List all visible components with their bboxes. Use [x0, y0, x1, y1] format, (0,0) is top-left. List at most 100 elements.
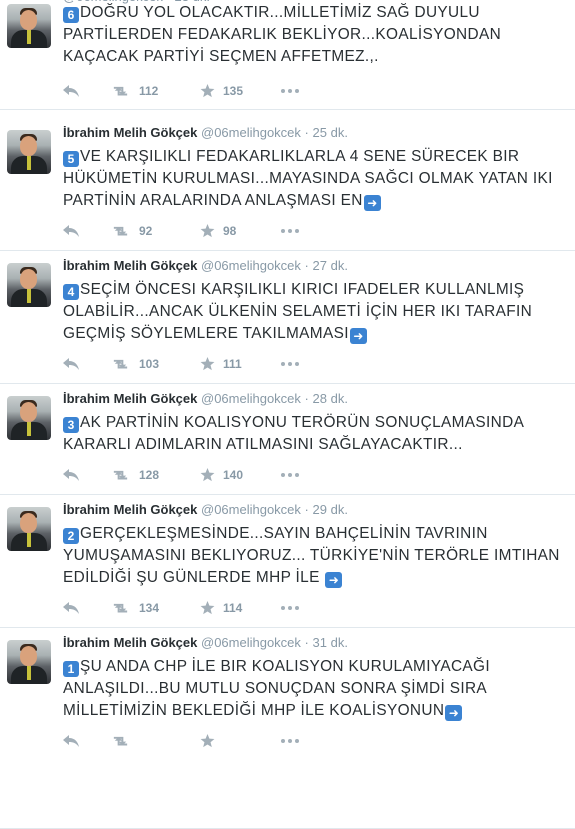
- retweet-count: 128: [139, 468, 160, 482]
- separator-dot: ·: [304, 125, 309, 140]
- timestamp[interactable]: 31 dk.: [313, 635, 348, 650]
- tweet-text: 3 AK PARTİNİN KOALISYONU TERÖRÜN SONUÇLAM…: [63, 412, 563, 456]
- tweet-header: İbrahim Melih Gökçek @06melihgokcek · 25…: [63, 124, 348, 142]
- timestamp[interactable]: 28 dk.: [313, 391, 348, 406]
- retweet-icon: [111, 469, 131, 482]
- user-handle[interactable]: @06melihgokcek: [201, 635, 301, 650]
- retweet-count: 92: [139, 224, 153, 238]
- avatar[interactable]: [7, 263, 51, 307]
- retweet-button[interactable]: [111, 732, 139, 750]
- separator-dot: ·: [304, 502, 309, 517]
- reply-button[interactable]: [63, 599, 79, 617]
- tweet-text-content: SEÇİM ÖNCESI KARŞILIKLI KIRICI IFADELER …: [63, 281, 533, 342]
- tweet-header: İbrahim Melih Gökçek @06melihgokcek · 29…: [63, 501, 348, 519]
- more-options-button[interactable]: [281, 355, 299, 373]
- display-name[interactable]: İbrahim Melih Gökçek: [63, 125, 197, 140]
- display-name[interactable]: İbrahim Melih Gökçek: [63, 258, 197, 273]
- retweet-button[interactable]: 134: [111, 599, 159, 617]
- more-options-button[interactable]: [281, 466, 299, 484]
- more-dots-icon: [281, 229, 299, 233]
- user-handle[interactable]: @06melihgokcek: [201, 125, 301, 140]
- timestamp[interactable]: 29 dk.: [313, 502, 348, 517]
- reply-button[interactable]: [63, 82, 79, 100]
- favorite-button[interactable]: [200, 732, 223, 750]
- retweet-button[interactable]: 112: [111, 82, 158, 100]
- tweet-actions: 134 114: [63, 599, 363, 617]
- user-handle[interactable]: @06melihgokcek: [201, 258, 301, 273]
- favorite-button[interactable]: 98: [200, 222, 236, 240]
- reply-button[interactable]: [63, 732, 79, 750]
- reply-icon: [63, 225, 79, 237]
- retweet-icon: [111, 225, 131, 238]
- tweet-text: 4 SEÇİM ÖNCESI KARŞILIKLI KIRICI IFADELER…: [63, 279, 563, 345]
- reply-icon: [63, 602, 79, 614]
- favorite-button[interactable]: 114: [200, 599, 242, 617]
- more-dots-icon: [281, 362, 299, 366]
- retweet-count: 103: [139, 357, 160, 371]
- tweet-text: 6 DOĞRU YOL OLACAKTIR...MİLLETİMİZ SAĞ DU…: [63, 2, 563, 68]
- avatar[interactable]: [7, 130, 51, 174]
- timestamp[interactable]: 25 dk.: [313, 125, 348, 140]
- favorite-button[interactable]: 111: [200, 355, 242, 373]
- retweet-icon: [111, 735, 131, 748]
- tweet-text-content: AK PARTİNİN KOALISYONU TERÖRÜN SONUÇLAMA…: [63, 414, 525, 453]
- more-options-button[interactable]: [281, 599, 299, 617]
- tweet-actions: 128 140: [63, 466, 363, 484]
- reply-icon: [63, 735, 79, 747]
- right-arrow-icon: ➜: [349, 328, 367, 344]
- star-icon: [200, 84, 215, 98]
- favorite-count: 111: [223, 357, 242, 371]
- tweet-text-content: GERÇEKLEŞMESİNDE...SAYIN BAHÇELİNİN TAVR…: [63, 525, 560, 586]
- keycap-number-icon: 5: [63, 151, 79, 167]
- display-name[interactable]: İbrahim Melih Gökçek: [63, 635, 197, 650]
- star-icon: [200, 224, 215, 238]
- favorite-count: 135: [223, 84, 244, 98]
- avatar[interactable]: [7, 507, 51, 551]
- retweet-button[interactable]: 92: [111, 222, 152, 240]
- tweet-text: 5 VE KARŞILIKLI FEDAKARLIKLARLA 4 SENE SÜ…: [63, 146, 563, 212]
- reply-button[interactable]: [63, 222, 79, 240]
- favorite-button[interactable]: 135: [200, 82, 243, 100]
- right-arrow-icon: ➜: [445, 705, 463, 721]
- more-options-button[interactable]: [281, 732, 299, 750]
- retweet-icon: [111, 602, 131, 615]
- tweet-header: İbrahim Melih Gökçek @06melihgokcek · 31…: [63, 634, 348, 652]
- right-arrow-icon: ➜: [363, 195, 381, 211]
- user-handle[interactable]: @06melihgokcek: [201, 391, 301, 406]
- tweet-actions: [63, 732, 363, 750]
- more-dots-icon: [281, 473, 299, 477]
- favorite-count: 98: [223, 224, 237, 238]
- display-name[interactable]: İbrahim Melih Gökçek: [63, 502, 197, 517]
- more-dots-icon: [281, 606, 299, 610]
- reply-icon: [63, 358, 79, 370]
- user-handle[interactable]: @06melihgokcek: [201, 502, 301, 517]
- retweet-button[interactable]: 128: [111, 466, 159, 484]
- separator-dot: ·: [304, 635, 309, 650]
- tweet-text: 2 GERÇEKLEŞMESİNDE...SAYIN BAHÇELİNİN TAV…: [63, 523, 563, 589]
- retweet-button[interactable]: 103: [111, 355, 159, 373]
- avatar[interactable]: [7, 640, 51, 684]
- retweet-count: 112: [139, 84, 159, 98]
- retweet-count: 134: [139, 601, 160, 615]
- avatar[interactable]: [7, 396, 51, 440]
- more-options-button[interactable]: [281, 222, 299, 240]
- tweet-text-content: ŞU ANDA CHP İLE BIR KOALISYON KURULAMIYA…: [63, 658, 490, 719]
- timestamp[interactable]: 27 dk.: [313, 258, 348, 273]
- favorite-count: 140: [223, 468, 244, 482]
- more-dots-icon: [281, 89, 299, 93]
- favorite-button[interactable]: 140: [200, 466, 243, 484]
- reply-button[interactable]: [63, 355, 79, 373]
- retweet-icon: [111, 358, 131, 371]
- reply-button[interactable]: [63, 466, 79, 484]
- tweet-header: İbrahim Melih Gökçek @06melihgokcek · 28…: [63, 390, 348, 408]
- tweet[interactable]: İbrahim Melih Gökçek @06melihgokcek · 31…: [0, 628, 575, 829]
- star-icon: [200, 601, 215, 615]
- more-options-button[interactable]: [281, 82, 299, 100]
- reply-icon: [63, 469, 79, 481]
- display-name[interactable]: İbrahim Melih Gökçek: [63, 391, 197, 406]
- right-arrow-icon: ➜: [325, 572, 343, 588]
- tweet-feed: @06melihgokcek · 23 dk. 6DOĞRU YOL OLACA…: [0, 0, 575, 829]
- avatar[interactable]: [7, 4, 51, 48]
- separator-dot: ·: [304, 258, 309, 273]
- tweet-text: 1 ŞU ANDA CHP İLE BIR KOALISYON KURULAMIY…: [63, 656, 563, 722]
